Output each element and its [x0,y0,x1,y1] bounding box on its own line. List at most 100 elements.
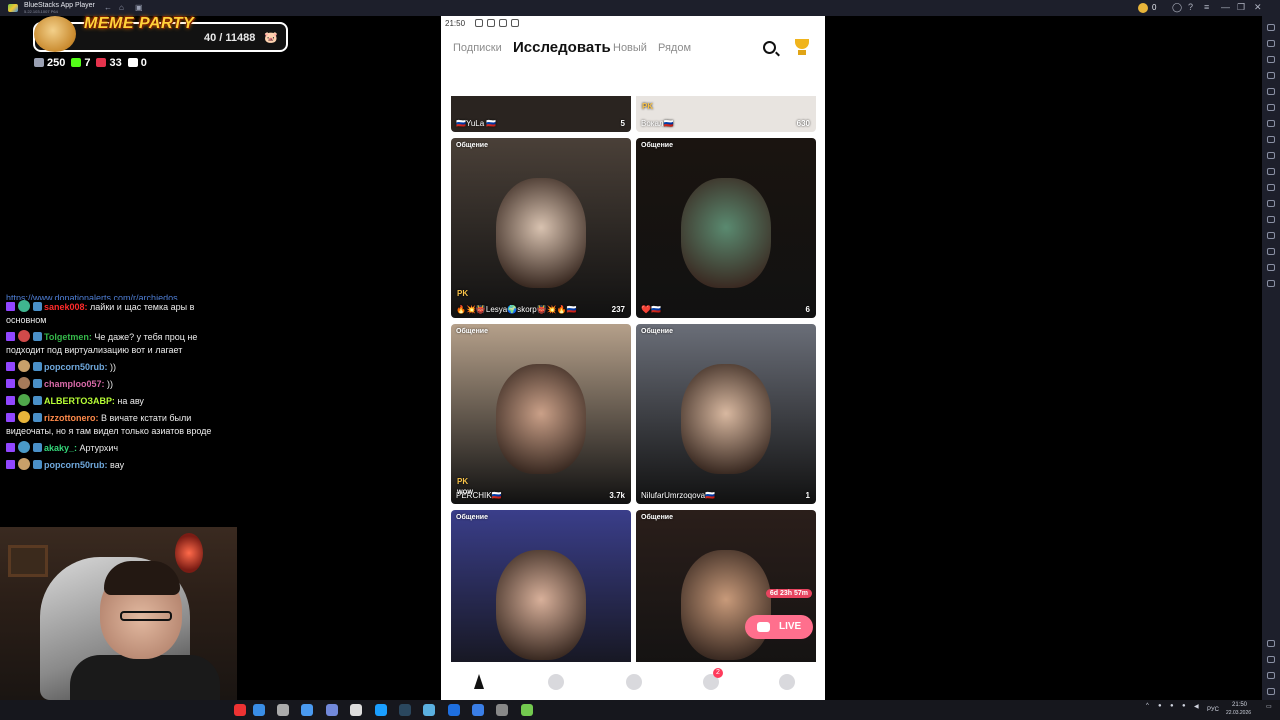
app-icon[interactable] [234,704,246,716]
sidebar-back-icon[interactable] [1267,672,1275,679]
streamer-shirt [70,655,220,700]
bottom-tab-bar: 2 [441,662,825,700]
obs-icon[interactable] [496,704,508,716]
home-icon[interactable]: ⌂ [119,3,124,12]
donation-link[interactable]: https://www.donationalerts.com/r/archied… [6,292,221,300]
windows-taskbar: ^ ● ● ● ◀ РУС 21:50 22.03.2026 ▭ [0,700,1280,720]
chat-username[interactable]: ALBERTOЗАВР: [44,396,115,406]
app-icon[interactable] [277,704,289,716]
party-tab-icon[interactable] [548,674,564,690]
account-icon[interactable]: ◯ [1172,2,1182,13]
chat-username[interactable]: Tolgetmen: [44,332,92,342]
clock-date[interactable]: 22.03.2026 [1226,710,1251,716]
status-time: 21:50 [445,19,466,28]
tray-chevron-icon[interactable]: ^ [1146,703,1149,709]
flags-backdrop [441,66,825,96]
steam-icon[interactable] [399,704,411,716]
webcam-feed [0,527,237,700]
chat-username[interactable]: rizzottonero: [44,413,99,423]
chat-username[interactable]: popcorn50rub: [44,362,108,372]
sidebar-home-icon[interactable] [1267,688,1275,695]
stream-card[interactable]: Общение ❤️🇷🇺 6 [636,138,816,318]
more-icon[interactable] [1267,264,1275,271]
go-live-button[interactable]: LIVE [745,615,813,639]
stream-card[interactable]: Общение PERCHIK🇷🇺 3.7k PK WOW [451,324,631,504]
help-icon[interactable]: ? [1188,2,1193,12]
restore-icon[interactable]: ❐ [1237,2,1245,13]
streamer-thumbnail [496,364,586,474]
sync-icon[interactable] [1267,200,1275,207]
profile-tab-icon[interactable] [779,674,795,690]
card-category: Общение [641,142,673,149]
clock-time[interactable]: 21:50 [1232,702,1247,708]
user-avatar [18,458,30,470]
multi-instance-icon[interactable]: ▣ [135,3,143,12]
event-timer: 6d 23h 57m [765,589,812,598]
wall-frame [8,545,48,577]
search-icon[interactable] [763,41,776,54]
app-icon[interactable] [375,704,387,716]
macro-icon[interactable] [1267,184,1275,191]
app-icon[interactable] [423,704,435,716]
apk-install-icon[interactable] [1267,152,1275,159]
volume-icon[interactable]: ◀ [1194,703,1199,710]
rotate-icon[interactable] [1267,104,1275,111]
explore-tab-icon[interactable] [471,674,487,690]
language-indicator[interactable]: РУС [1207,707,1219,713]
doge-avatar-icon [34,16,76,52]
tab-nearby[interactable]: Рядом [658,42,691,54]
sidebar-help-icon[interactable] [1267,640,1275,647]
tab-explore[interactable]: Исследовать [513,39,611,56]
eco-mode-icon[interactable] [1267,216,1275,223]
gamepad-icon[interactable] [1267,232,1275,239]
tab-new[interactable]: Новый [613,42,647,54]
stream-card[interactable]: Общение NilufarUmrzoqova🇷🇺 1 [636,324,816,504]
app-icon[interactable] [472,704,484,716]
card-category: Общение [641,514,673,521]
twitch-icon [6,460,15,469]
app-icon[interactable] [301,704,313,716]
camera-icon[interactable] [1267,248,1275,255]
app-icon[interactable] [448,704,460,716]
tray-icon[interactable]: ● [1182,703,1186,709]
fullscreen-icon[interactable] [1267,24,1275,31]
folder-icon[interactable] [1267,168,1275,175]
chat-username[interactable]: akaky_: [44,443,77,453]
tab-following[interactable]: Подписки [453,42,502,54]
card-category: Общение [641,328,673,335]
chat-username[interactable]: popcorn50rub: [44,460,108,470]
screenshot-icon[interactable] [1267,72,1275,79]
browser-icon[interactable] [253,704,265,716]
settings-icon[interactable] [350,704,362,716]
pk-badge: PK [457,477,469,486]
twitch-icon [6,302,15,311]
volume-icon[interactable] [1267,40,1275,47]
card-name: Вокал🇷🇺 [641,119,674,128]
streamer-thumbnail [681,550,771,660]
discord-icon[interactable] [326,704,338,716]
back-icon[interactable]: ← [104,3,112,12]
card-name: 🔥💥👹Lesya🌍skorp👹💥🔥🇷🇺 [456,305,577,314]
sidebar-settings-icon[interactable] [1267,656,1275,663]
chat-username[interactable]: sanek008: [44,302,88,312]
chat-message: popcorn50rub: вау [6,458,221,472]
coin-icon[interactable] [1138,3,1148,13]
stream-card[interactable]: Общение 🔥💥👹Lesya🌍skorp👹💥🔥🇷🇺 237 PK [451,138,631,318]
minimize-icon[interactable]: — [1221,2,1230,12]
location-icon[interactable] [1267,136,1275,143]
mic-icon[interactable]: ● [1170,703,1174,709]
notifications-icon[interactable]: ▭ [1266,703,1272,710]
record-icon[interactable] [1267,88,1275,95]
bluestacks-taskbar-icon[interactable] [521,704,533,716]
close-icon[interactable]: ✕ [1254,2,1262,13]
keyboard-icon[interactable] [1267,56,1275,63]
shake-icon[interactable] [1267,120,1275,127]
chat-username[interactable]: champloo057: [44,379,105,389]
planet-tab-icon[interactable] [626,674,642,690]
settings-icon[interactable] [1267,280,1275,287]
card-name: 🇷🇺YuLa 🇷🇺 [456,119,497,128]
menu-icon[interactable]: ≡ [1204,2,1209,12]
tray-icon[interactable]: ● [1158,703,1162,709]
trophy-icon[interactable] [793,39,811,57]
lamp [175,533,203,573]
